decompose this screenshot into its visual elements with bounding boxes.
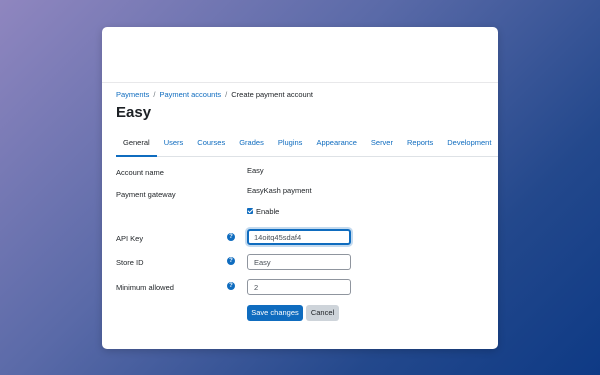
enable-checkbox[interactable] xyxy=(247,208,253,214)
payment-gateway-label: Payment gateway xyxy=(116,190,176,199)
api-key-label: API Key xyxy=(116,234,144,243)
payment-gateway-value: EasyKash payment xyxy=(247,186,312,195)
account-name-value: Easy xyxy=(247,166,264,175)
breadcrumb-separator: / xyxy=(153,90,156,99)
breadcrumb-separator: / xyxy=(225,90,228,99)
settings-tabs: General Users Courses Grades Plugins App… xyxy=(116,132,498,157)
help-icon[interactable]: ? xyxy=(227,282,235,290)
store-id-input[interactable]: Easy xyxy=(247,254,351,270)
cancel-button[interactable]: Cancel xyxy=(306,305,339,321)
minimum-allowed-label: Minimum allowed xyxy=(116,283,174,292)
main-card: Payments / Payment accounts / Create payment… xyxy=(102,27,498,349)
api-key-input[interactable]: 14oitq45sdaf4 xyxy=(247,229,351,245)
tab-grades[interactable]: Grades xyxy=(232,132,271,156)
store-id-label: Store ID xyxy=(116,258,144,267)
breadcrumb-payment-accounts-link[interactable]: Payment accounts xyxy=(159,90,221,99)
tab-courses[interactable]: Courses xyxy=(190,132,232,156)
tab-plugins[interactable]: Plugins xyxy=(271,132,310,156)
tab-development[interactable]: Development xyxy=(440,132,498,156)
save-changes-button[interactable]: Save changes xyxy=(247,305,303,321)
tab-appearance[interactable]: Appearance xyxy=(309,132,363,156)
page-header-band xyxy=(102,27,498,83)
tab-server[interactable]: Server xyxy=(364,132,400,156)
help-icon[interactable]: ? xyxy=(227,233,235,241)
tab-general[interactable]: General xyxy=(116,132,157,157)
minimum-allowed-input[interactable]: 2 xyxy=(247,279,351,295)
account-name-label: Account name xyxy=(116,168,164,177)
tab-reports[interactable]: Reports xyxy=(400,132,440,156)
page-title: Easy xyxy=(116,104,152,121)
help-icon[interactable]: ? xyxy=(227,257,235,265)
breadcrumb: Payments / Payment accounts / Create payment… xyxy=(116,90,313,99)
enable-checkbox-label[interactable]: Enable xyxy=(256,207,279,216)
tab-users[interactable]: Users xyxy=(157,132,191,156)
breadcrumb-current: Create payment account xyxy=(231,90,313,99)
breadcrumb-payments-link[interactable]: Payments xyxy=(116,90,149,99)
